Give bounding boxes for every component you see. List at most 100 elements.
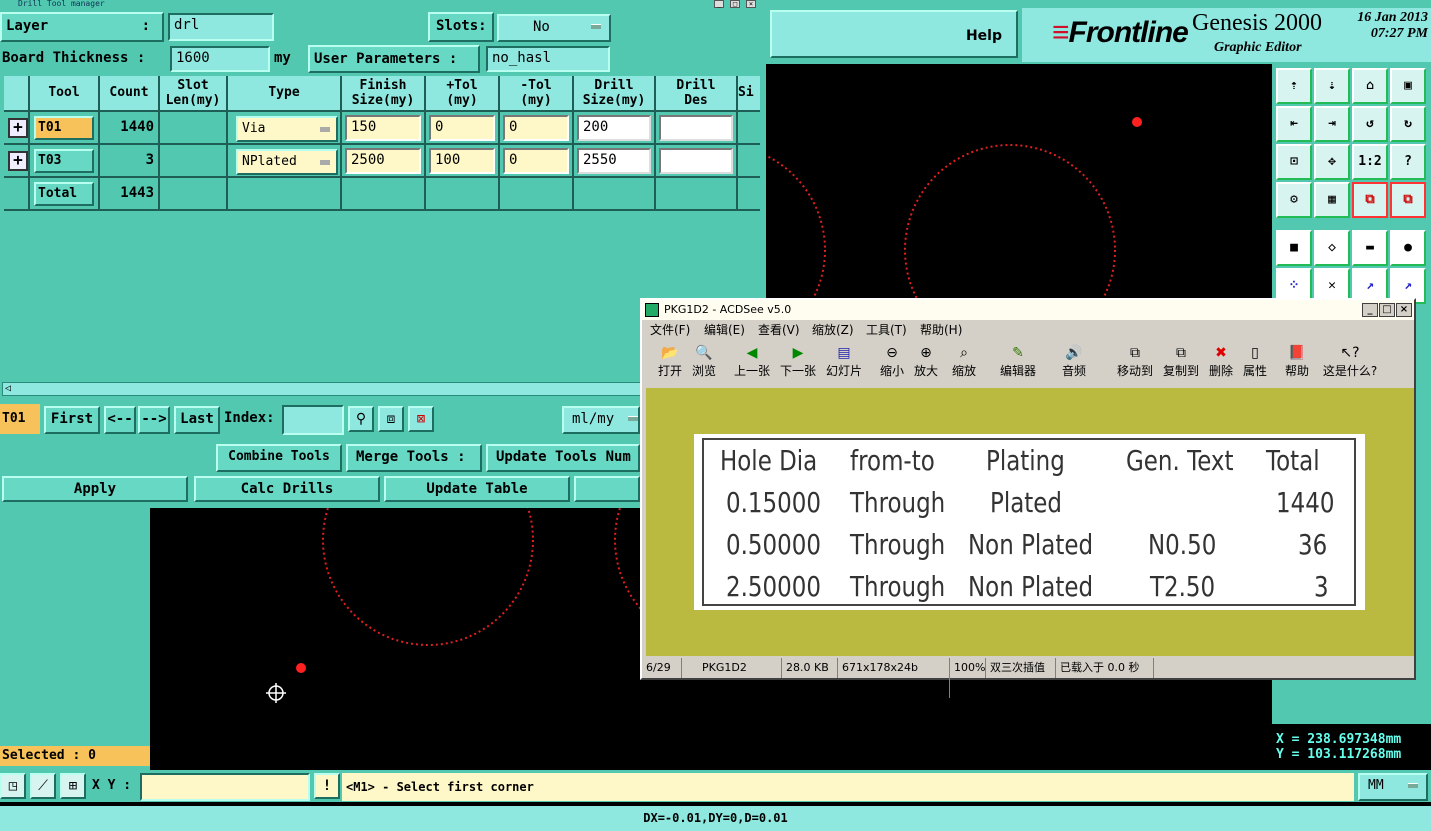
maximize-button[interactable]: □ bbox=[1379, 303, 1395, 317]
search-icon[interactable]: ⚲ bbox=[348, 406, 374, 432]
slots-select[interactable]: No bbox=[497, 14, 611, 42]
drill-size-input[interactable]: 2550 bbox=[577, 148, 651, 174]
image-viewport[interactable]: Hole Dia from-to Plating Gen. Text Total… bbox=[646, 388, 1414, 656]
outline-icon[interactable]: ◇ bbox=[1314, 230, 1350, 266]
xy-input[interactable] bbox=[140, 773, 310, 801]
previous-button[interactable]: <-- bbox=[104, 406, 136, 434]
grid-icon[interactable]: ▦ bbox=[1314, 182, 1350, 218]
slideshow-button[interactable]: ▤ 幻灯片 bbox=[824, 344, 864, 379]
delete-button[interactable]: ✖ 删除 bbox=[1206, 344, 1236, 379]
tool-button[interactable]: T03 bbox=[34, 149, 94, 173]
redo-icon[interactable]: ↻ bbox=[1390, 106, 1426, 142]
netlist-icon[interactable]: ⧉ bbox=[1352, 182, 1388, 218]
finish-size-input[interactable]: 2500 bbox=[345, 148, 421, 174]
move-left-icon[interactable]: ⇤ bbox=[1276, 106, 1312, 142]
zoom-button[interactable]: ⌕ 缩放 bbox=[948, 344, 980, 379]
layer-down-icon[interactable]: ⇣ bbox=[1314, 68, 1350, 104]
warning-icon[interactable]: ! bbox=[314, 773, 340, 799]
browse-button[interactable]: 🔍 浏览 bbox=[688, 344, 720, 379]
zoom-in-button[interactable]: ⊕ 放大 bbox=[912, 344, 940, 379]
layer-up-icon[interactable]: ⇡ bbox=[1276, 68, 1312, 104]
drill-size-input[interactable]: 200 bbox=[577, 115, 651, 141]
editor-button[interactable]: ✎ 编辑器 bbox=[998, 344, 1038, 379]
help-button[interactable]: 📕 帮助 bbox=[1282, 344, 1312, 379]
menu-tools[interactable]: 工具(T) bbox=[866, 320, 907, 340]
menu-help[interactable]: 帮助(H) bbox=[920, 320, 962, 340]
undo-icon[interactable]: ↺ bbox=[1352, 106, 1388, 142]
copy-to-button[interactable]: ⧉ 复制到 bbox=[1160, 344, 1202, 379]
unit-select[interactable]: MM bbox=[1358, 773, 1428, 801]
select-mode-icon[interactable]: ◳ bbox=[0, 773, 26, 799]
user-parameters-input[interactable]: no_hasl bbox=[486, 46, 610, 72]
type-select[interactable]: Via bbox=[236, 116, 338, 142]
close-button[interactable]: × bbox=[1396, 303, 1412, 317]
index-input[interactable] bbox=[282, 405, 344, 435]
update-tools-num-button[interactable]: Update Tools Num bbox=[486, 444, 640, 472]
slideshow-icon: ▤ bbox=[837, 345, 851, 361]
home-icon[interactable]: ⌂ bbox=[1352, 68, 1388, 104]
audio-button[interactable]: 🔊 音频 bbox=[1058, 344, 1090, 379]
menu-zoom[interactable]: 缩放(Z) bbox=[812, 320, 854, 340]
audio-icon: 🔊 bbox=[1065, 345, 1083, 361]
board-thickness-input[interactable]: 1600 bbox=[170, 46, 270, 72]
type-select[interactable]: NPlated bbox=[236, 149, 338, 175]
expand-icon[interactable]: + bbox=[8, 151, 28, 171]
zoom-out-button[interactable]: ⊖ 缩小 bbox=[878, 344, 906, 379]
expand-icon[interactable]: + bbox=[8, 118, 28, 138]
menu-view[interactable]: 查看(V) bbox=[758, 320, 800, 340]
menu-edit[interactable]: 编辑(E) bbox=[704, 320, 745, 340]
next-button[interactable]: --> bbox=[138, 406, 170, 434]
netlist-compare-icon[interactable]: ⧉ bbox=[1390, 182, 1426, 218]
filter-icon[interactable]: ⧈ bbox=[378, 406, 404, 432]
plus-tol-input[interactable]: 0 bbox=[429, 115, 495, 141]
merge-tools-button[interactable]: Merge Tools : bbox=[346, 444, 482, 472]
drill-des-input[interactable] bbox=[659, 148, 733, 174]
minimize-button[interactable]: _ bbox=[714, 0, 724, 8]
header-from-to: from-to bbox=[850, 444, 935, 477]
si-cell bbox=[738, 145, 760, 178]
maximize-button[interactable]: □ bbox=[730, 0, 740, 8]
move-right-icon[interactable]: ⇥ bbox=[1314, 106, 1350, 142]
layer-input[interactable]: drl bbox=[168, 13, 274, 41]
scale-icon[interactable]: 1:2 bbox=[1352, 144, 1388, 180]
delete-icon: ✖ bbox=[1215, 345, 1227, 361]
minimize-button[interactable]: _ bbox=[1362, 303, 1378, 317]
previous-image-button[interactable]: ◀ 上一张 bbox=[732, 344, 772, 379]
user-parameters-button[interactable]: User Parameters : bbox=[308, 45, 480, 73]
help-button[interactable]: Help bbox=[770, 10, 1018, 58]
update-table-button[interactable]: Update Table bbox=[384, 476, 570, 502]
close-button[interactable]: × bbox=[746, 0, 756, 8]
pad-icon[interactable]: ● bbox=[1390, 230, 1426, 266]
clear-icon[interactable]: ⊠ bbox=[408, 406, 434, 432]
last-button[interactable]: Last bbox=[174, 406, 220, 434]
fill-icon[interactable]: ■ bbox=[1276, 230, 1312, 266]
first-button[interactable]: First bbox=[44, 406, 100, 434]
snap-icon[interactable]: ⚙ bbox=[1276, 182, 1312, 218]
dropdown-icon bbox=[1408, 783, 1418, 788]
zoom-fit-icon[interactable]: ⊡ bbox=[1276, 144, 1312, 180]
apply-button[interactable]: Apply bbox=[2, 476, 188, 502]
drill-des-input[interactable] bbox=[659, 115, 733, 141]
plus-tol-input[interactable]: 100 bbox=[429, 148, 495, 174]
combine-tools-button[interactable]: Combine Tools bbox=[216, 444, 342, 472]
minus-tol-input[interactable]: 0 bbox=[503, 115, 569, 141]
tool-button[interactable]: T01 bbox=[34, 116, 94, 140]
ruler-icon[interactable]: ▬ bbox=[1352, 230, 1388, 266]
help-icon[interactable]: ? bbox=[1390, 144, 1426, 180]
calc-drills-button[interactable]: Calc Drills bbox=[194, 476, 380, 502]
open-button[interactable]: 📂 打开 bbox=[654, 344, 686, 379]
menu-file[interactable]: 文件(F) bbox=[650, 320, 690, 340]
pan-icon[interactable]: ✥ bbox=[1314, 144, 1350, 180]
finish-size-input[interactable]: 150 bbox=[345, 115, 421, 141]
move-to-button[interactable]: ⧉ 移动到 bbox=[1114, 344, 1156, 379]
extra-button[interactable] bbox=[574, 476, 640, 502]
properties-button[interactable]: ▯ 属性 bbox=[1240, 344, 1270, 379]
units-select[interactable]: ml/my bbox=[562, 406, 640, 434]
grid-snap-icon[interactable]: ⊞ bbox=[60, 773, 86, 799]
window-icon[interactable]: ▣ bbox=[1390, 68, 1426, 104]
next-image-button[interactable]: ▶ 下一张 bbox=[778, 344, 818, 379]
scroll-left-icon[interactable]: ◁ bbox=[5, 383, 11, 395]
measure-icon[interactable]: ⟋ bbox=[30, 773, 56, 799]
minus-tol-input[interactable]: 0 bbox=[503, 148, 569, 174]
whats-this-button[interactable]: ↖? 这是什么? bbox=[1320, 344, 1380, 379]
